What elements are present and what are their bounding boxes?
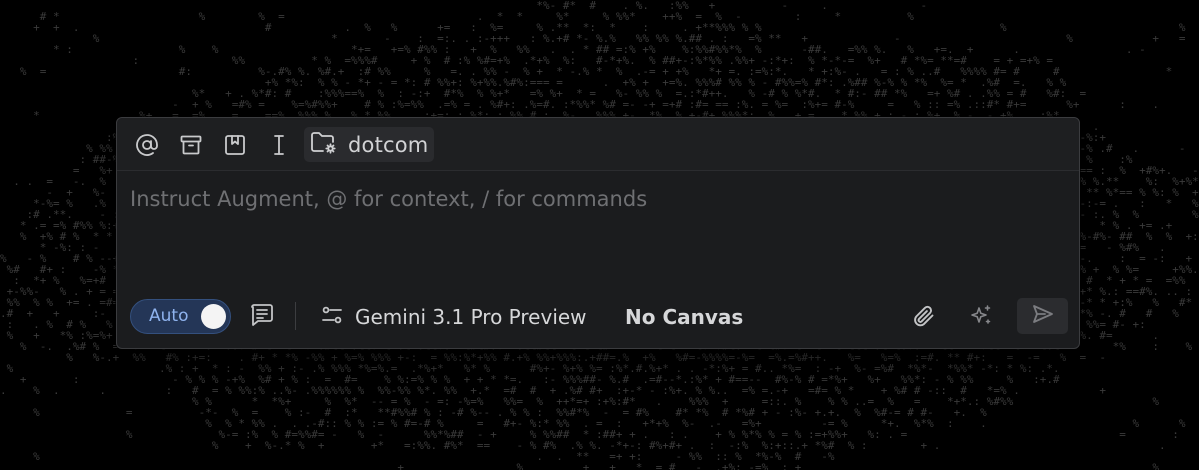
folder-gear-icon [310, 130, 338, 160]
sliders-icon [320, 303, 344, 331]
toggle-knob [201, 304, 226, 329]
chat-mode-button[interactable] [245, 302, 279, 332]
paperclip-icon [911, 303, 937, 333]
text-selection-button[interactable] [262, 128, 296, 162]
at-sign-icon [135, 133, 159, 157]
text-cursor-icon [267, 133, 291, 157]
workspace-folder-label: dotcom [348, 132, 429, 157]
chat-input-panel: dotcom Auto Gemini 3.1 Pro Preview No Ca… [116, 117, 1080, 349]
workspace-folder-chip[interactable]: dotcom [304, 127, 434, 162]
bookmark-button[interactable] [218, 128, 252, 162]
canvas-selector[interactable]: No Canvas [625, 301, 743, 333]
mention-button[interactable] [130, 128, 164, 162]
archive-button[interactable] [174, 128, 208, 162]
enhance-prompt-button[interactable] [964, 302, 998, 334]
message-lines-icon [249, 302, 275, 332]
auto-mode-toggle[interactable]: Auto [130, 299, 231, 334]
attach-button[interactable] [907, 302, 941, 334]
sparkles-icon [968, 303, 994, 333]
context-toolbar: dotcom [117, 118, 1079, 171]
model-label: Gemini 3.1 Pro Preview [355, 305, 587, 329]
instruction-input[interactable] [130, 184, 1060, 214]
archive-icon [179, 133, 203, 157]
model-selector[interactable]: Gemini 3.1 Pro Preview [320, 301, 587, 333]
footer-divider [295, 302, 296, 330]
send-icon [1031, 302, 1055, 330]
bookmark-icon [223, 133, 247, 157]
send-button[interactable] [1017, 298, 1068, 334]
auto-mode-label: Auto [149, 306, 189, 326]
